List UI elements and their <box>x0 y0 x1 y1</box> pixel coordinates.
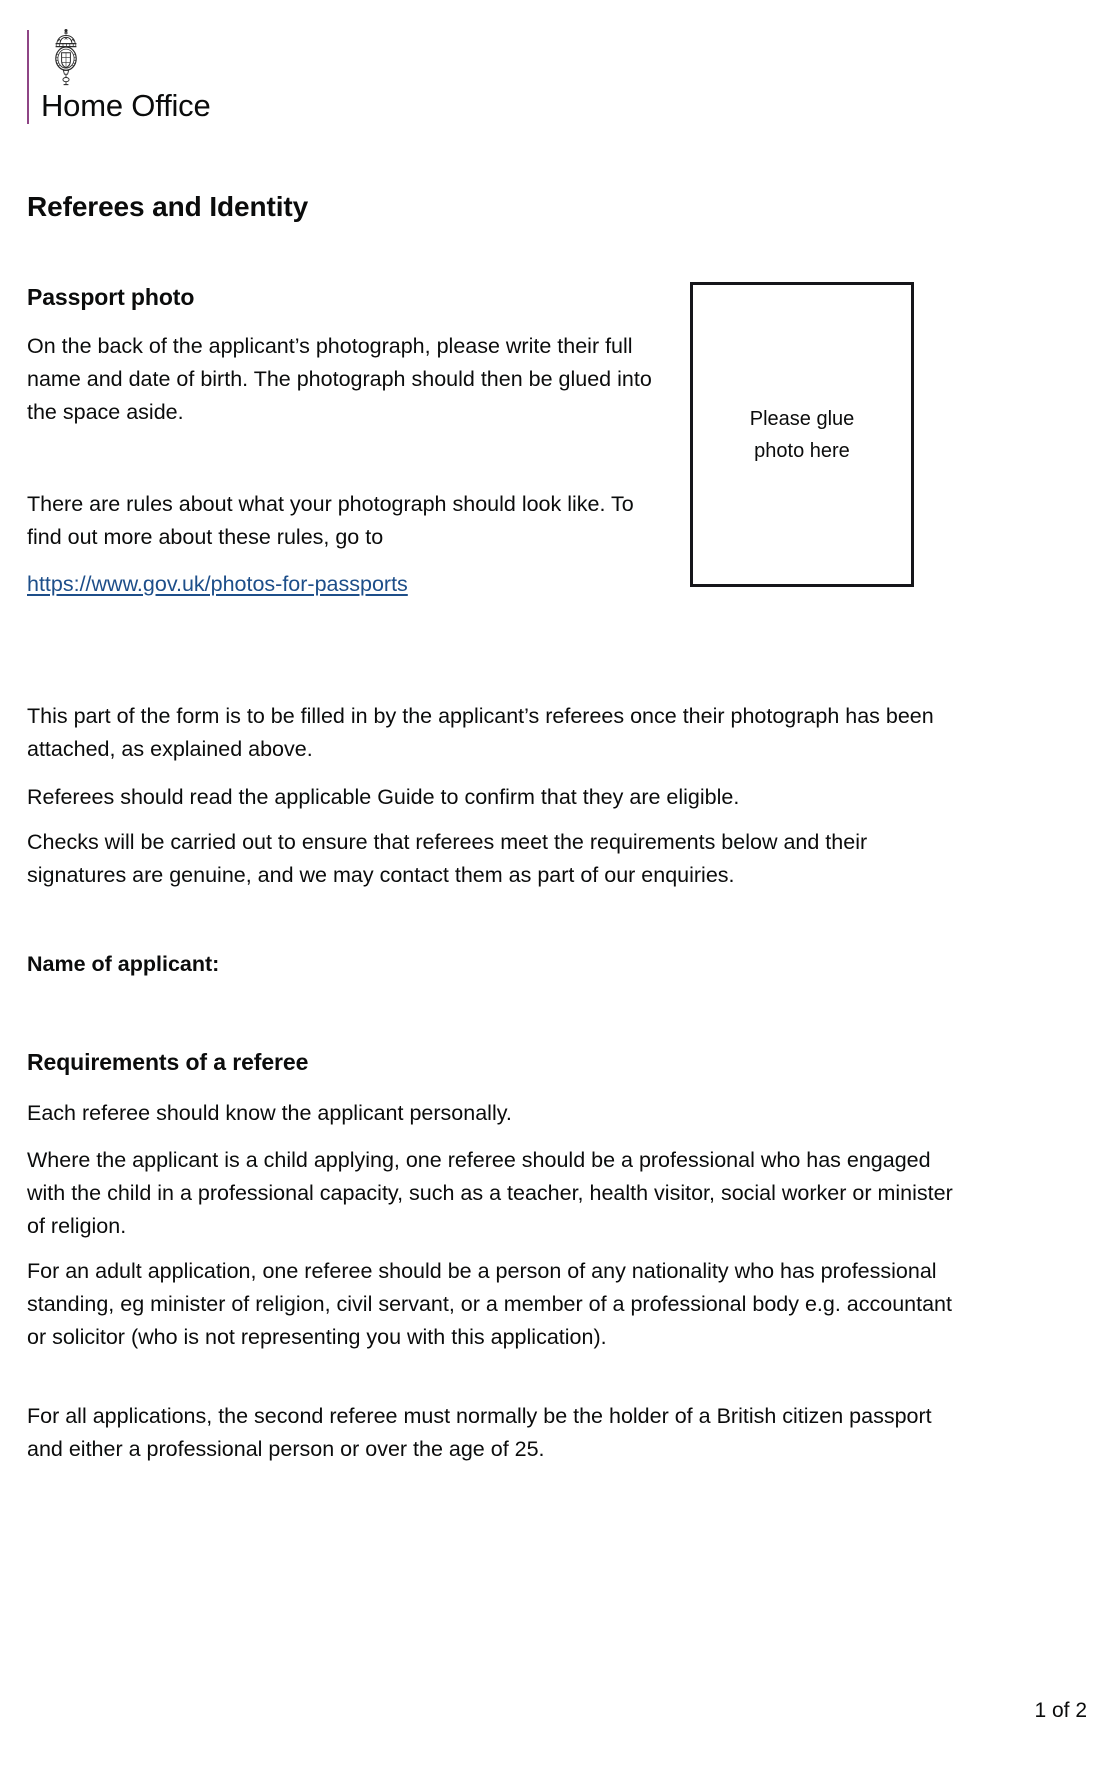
requirements-paragraph-3: For an adult application, one referee sh… <box>27 1259 952 1349</box>
intro-paragraph-2: Referees should read the applicable Guid… <box>27 785 740 809</box>
glue-photo-box: Please glue photo here <box>690 282 914 587</box>
document-page: Home Office Referees and Identity Passpo… <box>0 0 1113 1772</box>
requirements-paragraph-4: For all applications, the second referee… <box>27 1404 932 1461</box>
home-office-masthead: Home Office <box>27 28 447 128</box>
section-heading-passport-photo: Passport photo <box>27 284 195 310</box>
glue-photo-label-line-1: Please glue <box>749 408 855 430</box>
page-title: Referees and Identity <box>27 191 309 222</box>
requirements-paragraph-2: Where the applicant is a child applying,… <box>27 1148 953 1238</box>
name-of-applicant-label: Name of applicant: <box>27 952 220 976</box>
page-number-indicator: 1 of 2 <box>1034 1699 1087 1722</box>
glue-photo-label-line-2: photo here <box>754 440 850 462</box>
passport-photo-paragraph-1: On the back of the applicant’s photograp… <box>27 334 652 424</box>
requirements-paragraph-1: Each referee should know the applicant p… <box>27 1101 512 1125</box>
intro-paragraph-1: This part of the form is to be filled in… <box>27 704 934 761</box>
glue-photo-label: Please glue photo here <box>693 403 911 467</box>
royal-crest-icon <box>43 28 89 88</box>
intro-paragraph-3: Checks will be carried out to ensure tha… <box>27 830 868 887</box>
section-heading-requirements: Requirements of a referee <box>27 1049 309 1075</box>
home-office-wordmark: Home Office <box>41 88 211 123</box>
photos-for-passports-link[interactable]: https://www.gov.uk/photos-for-passports <box>27 568 408 601</box>
masthead-purple-rule <box>27 30 29 124</box>
passport-photo-paragraph-2: There are rules about what your photogra… <box>27 492 634 549</box>
